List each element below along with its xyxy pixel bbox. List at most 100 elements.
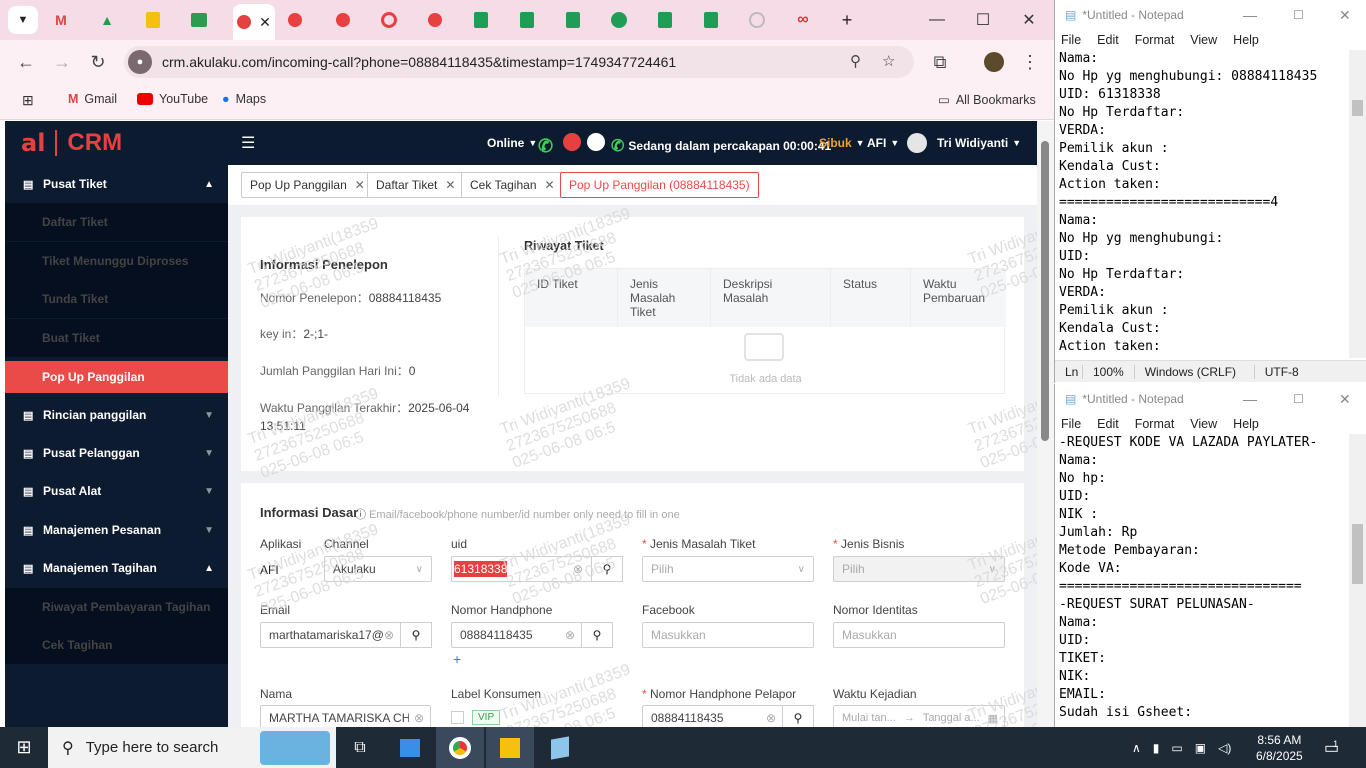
clear-icon[interactable]: ⊗ bbox=[384, 628, 394, 642]
sidebar-item-pop-up-panggilan[interactable]: Pop Up Panggilan bbox=[5, 361, 228, 393]
task-view-button[interactable]: ⧉ bbox=[336, 727, 384, 768]
network-icon[interactable]: ▭ bbox=[1171, 741, 1182, 755]
tab-gmail[interactable]: M bbox=[50, 10, 72, 30]
sidebar-item-tiket-menunggu[interactable]: Tiket Menunggu Diproses bbox=[5, 242, 228, 280]
tab-keep[interactable] bbox=[142, 10, 164, 30]
chrome-app[interactable] bbox=[436, 727, 484, 768]
menu-edit[interactable]: Edit bbox=[1097, 417, 1119, 431]
jenis-bisnis-select[interactable]: Pilih ∨ bbox=[833, 556, 1005, 582]
menu-edit[interactable]: Edit bbox=[1097, 33, 1119, 47]
notepad-scrollbar[interactable] bbox=[1349, 50, 1366, 358]
sidebar-item-tunda-tiket[interactable]: Tunda Tiket bbox=[5, 280, 228, 318]
close-window-button[interactable]: ✕ bbox=[1339, 391, 1351, 408]
scrollbar-thumb[interactable] bbox=[1352, 100, 1363, 116]
menu-help[interactable]: Help bbox=[1233, 417, 1259, 431]
menu-format[interactable]: Format bbox=[1135, 417, 1175, 431]
scrollbar-thumb[interactable] bbox=[1352, 524, 1363, 584]
chevron-up-icon[interactable]: ∧ bbox=[1132, 741, 1141, 755]
nama-field[interactable]: MARTHA TAMARISKA CHRI ⊗ bbox=[260, 705, 431, 727]
checkbox[interactable] bbox=[451, 711, 464, 724]
reload-button[interactable]: ↻ bbox=[86, 50, 110, 74]
menu-file[interactable]: File bbox=[1061, 417, 1081, 431]
minimize-button[interactable]: — bbox=[922, 8, 952, 32]
scrollbar-thumb[interactable] bbox=[1041, 141, 1049, 441]
notepad-text-area[interactable]: Nama: No Hp yg menghubungi: 08884118435 UI… bbox=[1059, 50, 1349, 356]
tab-sheets-4[interactable] bbox=[608, 10, 630, 30]
sidebar-item-pusat-tiket[interactable]: ▤ Pusat Tiket ▲ bbox=[5, 165, 228, 203]
microphone-icon[interactable]: ▮ bbox=[1153, 741, 1160, 755]
tab-crm-4[interactable] bbox=[378, 10, 400, 30]
phone-green-icon[interactable]: ✆ bbox=[538, 136, 553, 157]
bookmark-maps[interactable]: ● Maps bbox=[222, 92, 266, 106]
microphone-icon[interactable]: ● bbox=[128, 50, 152, 74]
back-button[interactable]: ← bbox=[14, 50, 38, 74]
minimize-button[interactable]: — bbox=[1243, 391, 1257, 407]
identitas-field[interactable]: Masukkan bbox=[833, 622, 1005, 648]
apps-icon[interactable]: ⊞ bbox=[22, 92, 34, 109]
add-phone-icon[interactable]: + bbox=[453, 651, 461, 667]
clear-icon[interactable]: ⊗ bbox=[573, 562, 583, 576]
sticky-notes-app[interactable] bbox=[486, 727, 534, 768]
tab-sheets-3[interactable] bbox=[562, 10, 584, 30]
close-icon[interactable]: ✕ bbox=[259, 14, 271, 31]
menu-format[interactable]: Format bbox=[1135, 33, 1175, 47]
tab-crm-3[interactable] bbox=[332, 10, 354, 30]
close-icon[interactable]: ✕ bbox=[445, 178, 455, 192]
vip-checkbox-row[interactable]: VIP bbox=[451, 710, 501, 725]
user-menu[interactable]: Tri Widiyanti ▼ bbox=[907, 133, 1021, 153]
facebook-field[interactable]: Masukkan bbox=[642, 622, 814, 648]
taskbar-search[interactable]: ⚲ Type here to search bbox=[48, 727, 336, 768]
all-bookmarks[interactable]: ▭ All Bookmarks bbox=[938, 92, 1036, 108]
clear-icon[interactable]: ⊗ bbox=[414, 711, 424, 725]
volume-icon[interactable]: ◁) bbox=[1218, 741, 1231, 755]
sidebar-item-rincian-panggilan[interactable]: ▤ Rincian panggilan ▼ bbox=[5, 396, 228, 434]
jenis-masalah-select[interactable]: Pilih ∨ bbox=[642, 556, 814, 582]
profile-avatar[interactable] bbox=[982, 50, 1006, 74]
email-field[interactable]: marthatamariska17@ ⊗ bbox=[260, 622, 401, 648]
busy-dropdown[interactable]: Sibuk ▼ bbox=[819, 136, 865, 150]
bookmark-youtube[interactable]: YouTube bbox=[137, 92, 208, 106]
uid-search-button[interactable]: ⚲ bbox=[591, 556, 623, 582]
menu-file[interactable]: File bbox=[1061, 33, 1081, 47]
monitor-icon[interactable]: ▣ bbox=[1195, 741, 1206, 755]
new-tab-button[interactable]: + bbox=[836, 10, 858, 30]
tab-crm-2[interactable] bbox=[284, 10, 306, 30]
uid-input[interactable]: 61318338 ⊗ bbox=[451, 556, 592, 582]
tab-sheets-2[interactable] bbox=[516, 10, 538, 30]
notepad-scrollbar[interactable] bbox=[1349, 434, 1366, 727]
maximize-button[interactable]: ☐ bbox=[1293, 392, 1304, 406]
tab-pop-up-panggilan[interactable]: Pop Up Panggilan ✕ bbox=[241, 172, 374, 198]
waktu-range-field[interactable]: Mulai tan... → Tanggal a... ▦ bbox=[833, 705, 1005, 727]
transfer-icon[interactable] bbox=[587, 133, 605, 151]
close-icon[interactable]: ✕ bbox=[355, 178, 365, 192]
email-search-button[interactable]: ⚲ bbox=[400, 622, 432, 648]
bookmark-star-icon[interactable]: ☆ bbox=[882, 52, 895, 70]
notepad-text-area[interactable]: -REQUEST KODE VA LAZADA PAYLATER- Nama: No… bbox=[1059, 434, 1349, 724]
tab-sheets-1[interactable] bbox=[470, 10, 492, 30]
tab-search-button[interactable]: ▼ bbox=[8, 6, 38, 34]
tab-crm-5[interactable] bbox=[424, 10, 446, 30]
notification-button[interactable]: ▭ 1 bbox=[1324, 727, 1339, 768]
start-button[interactable]: ⊞ bbox=[0, 727, 48, 768]
sidebar-item-pusat-alat[interactable]: ▤ Pusat Alat ▼ bbox=[5, 472, 228, 510]
close-window-button[interactable]: ✕ bbox=[1014, 8, 1044, 32]
tab-other[interactable] bbox=[746, 10, 768, 30]
sidebar-item-riwayat-pembayaran[interactable]: Riwayat Pembayaran Tagihan bbox=[5, 588, 228, 626]
url-text[interactable]: crm.akulaku.com/incoming-call?phone=0888… bbox=[162, 54, 676, 70]
maximize-button[interactable]: ☐ bbox=[968, 8, 998, 32]
sidebar-item-manajemen-tagihan[interactable]: ▤ Manajemen Tagihan ▲ bbox=[5, 549, 228, 587]
clear-icon[interactable]: ⊗ bbox=[565, 628, 575, 642]
collapse-menu-icon[interactable]: ☰ bbox=[241, 133, 255, 153]
extensions-icon[interactable]: ⧉ bbox=[928, 50, 952, 74]
maximize-button[interactable]: ☐ bbox=[1293, 8, 1304, 22]
url-bar[interactable]: ● crm.akulaku.com/incoming-call?phone=08… bbox=[124, 46, 914, 78]
close-window-button[interactable]: ✕ bbox=[1339, 7, 1351, 24]
channel-select[interactable]: Akulaku ∨ bbox=[324, 556, 432, 582]
tab-drive[interactable]: ▲ bbox=[96, 10, 118, 30]
hp-search-button[interactable]: ⚲ bbox=[581, 622, 613, 648]
sidebar-item-daftar-tiket[interactable]: Daftar Tiket bbox=[5, 203, 228, 241]
hangup-icon[interactable] bbox=[563, 133, 581, 151]
menu-icon[interactable]: ⋮ bbox=[1018, 50, 1042, 74]
app-dropdown[interactable]: AFI ▼ bbox=[867, 136, 899, 150]
tab-sheets-6[interactable] bbox=[700, 10, 722, 30]
